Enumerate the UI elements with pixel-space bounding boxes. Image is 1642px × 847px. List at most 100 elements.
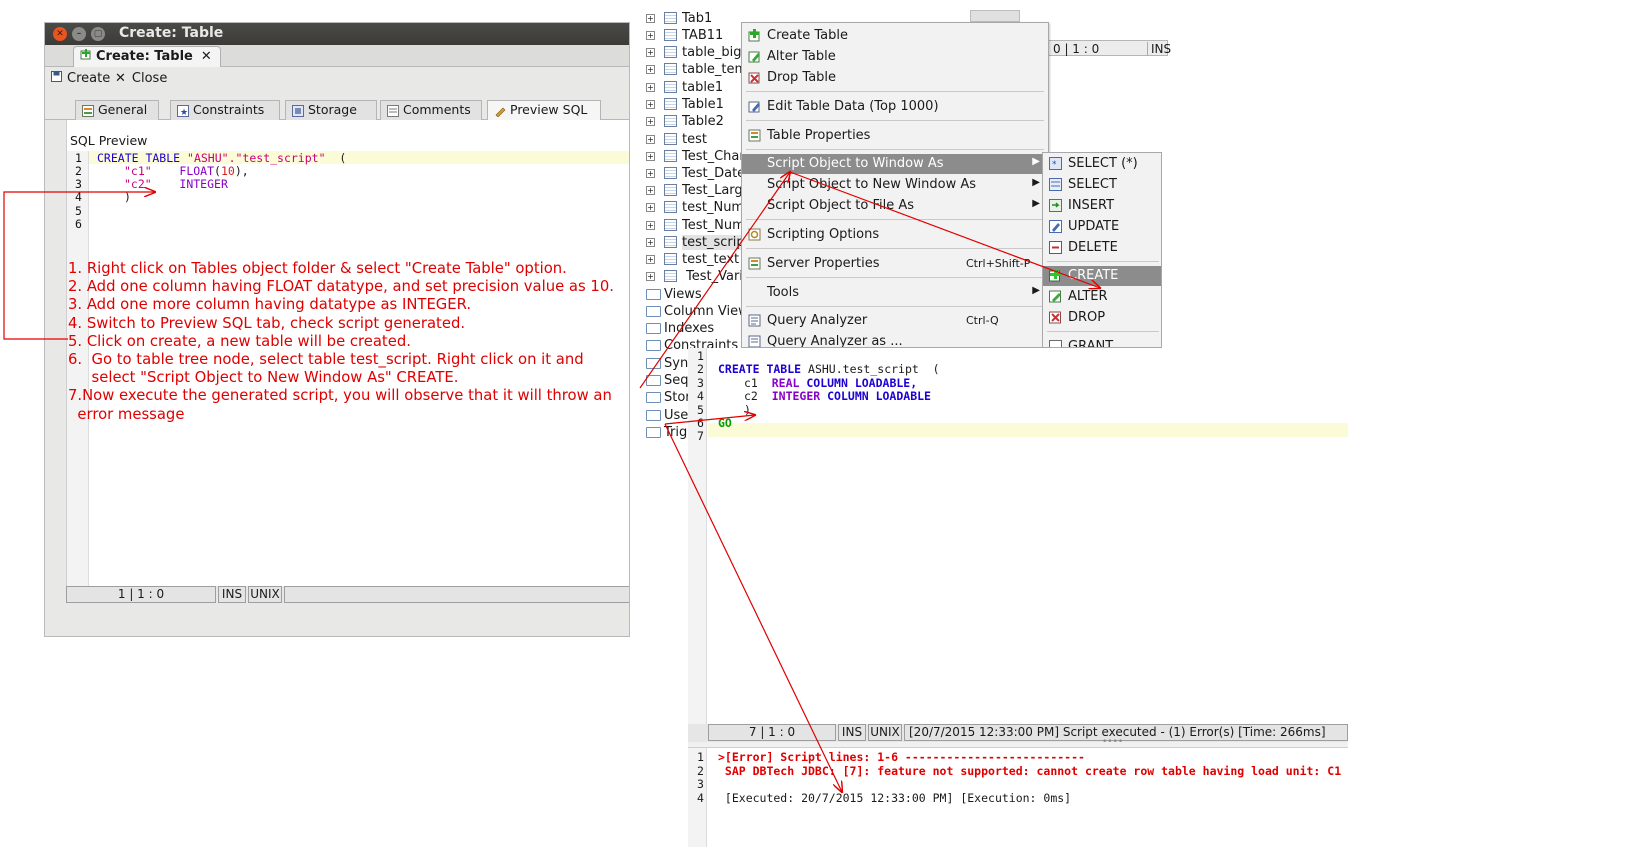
submenu-item-insert[interactable]: INSERT — [1043, 196, 1161, 216]
code-type: INTEGER — [771, 389, 821, 403]
menu-item-alter-table[interactable]: Alter Table — [742, 47, 1048, 67]
folder-icon — [646, 289, 661, 300]
submenu-item-alter[interactable]: ALTER — [1043, 287, 1161, 307]
expand-icon[interactable]: + — [646, 238, 655, 247]
code-line-1: CREATE TABLE "ASHU"."test_script" ( — [97, 151, 346, 165]
menu-item-tools[interactable]: Tools ▶ — [742, 283, 1048, 303]
grant-icon — [1049, 340, 1062, 347]
expand-icon[interactable]: + — [646, 31, 655, 40]
cursor-position: 7 | 1 : 0 — [708, 724, 836, 741]
tree-node-label: TAB11 — [682, 28, 724, 43]
general-tab-icon — [82, 104, 94, 117]
submenu-item-delete[interactable]: DELETE — [1043, 238, 1161, 258]
tab-constraints[interactable]: ★ Constraints — [170, 100, 280, 120]
minimize-window-icon[interactable]: – — [72, 27, 86, 41]
storage-tab-icon — [292, 104, 304, 117]
menu-item-server-properties[interactable]: Server Properties Ctrl+Shift-P — [742, 254, 1048, 274]
sql-preview-editor[interactable]: 1 2 3 4 5 6 CREATE TABLE "ASHU"."test_sc… — [67, 151, 629, 593]
instruction-step: 3. Add one more column having datatype a… — [68, 296, 472, 314]
window-title: Create: Table — [119, 25, 224, 41]
menu-item-query-analyzer-as[interactable]: Query Analyzer as ... — [742, 332, 1048, 347]
code-line-6: GO — [718, 416, 732, 430]
table-icon — [664, 201, 677, 213]
expand-icon[interactable]: + — [646, 65, 655, 74]
status-message — [284, 586, 629, 603]
code-text: ( — [325, 151, 347, 165]
close-tab-icon[interactable]: ✕ — [201, 49, 212, 64]
table-icon — [664, 63, 677, 75]
submenu-arrow-icon: ▶ — [1032, 198, 1040, 209]
instruction-step: 6. Go to table tree node, select table t… — [68, 351, 584, 369]
menu-item-script-to-new-window[interactable]: Script Object to New Window As ▶ — [742, 175, 1048, 195]
code-keyword: COLUMN LOADABLE — [827, 389, 931, 403]
document-tab-create-table[interactable]: Create: Table ✕ — [73, 46, 221, 67]
table-icon — [664, 167, 677, 179]
expand-icon[interactable]: + — [646, 255, 655, 264]
expand-icon[interactable]: + — [646, 83, 655, 92]
tab-comments[interactable]: Comments — [380, 100, 482, 120]
menu-item-scripting-options[interactable]: Scripting Options — [742, 225, 1048, 245]
submenu-item-label: ALTER — [1068, 289, 1108, 304]
close-window-icon[interactable]: ✕ — [53, 27, 67, 41]
alter-icon — [1049, 290, 1062, 303]
create-button[interactable]: Create — [51, 71, 110, 86]
menu-item-table-properties[interactable]: Table Properties — [742, 126, 1048, 146]
tab-preview-sql[interactable]: Preview SQL — [487, 100, 601, 121]
editor-tabs: General ★ Constraints Storage Comments Pr… — [45, 100, 629, 121]
expand-icon[interactable]: + — [646, 135, 655, 144]
expand-icon[interactable]: + — [646, 48, 655, 57]
menu-item-edit-table-data[interactable]: Edit Table Data (Top 1000) — [742, 97, 1048, 117]
tree-scrollbar[interactable] — [970, 10, 1020, 22]
query-analyzer-as-icon — [748, 335, 761, 347]
maximize-window-icon[interactable]: ▢ — [91, 27, 105, 41]
drop-table-icon — [748, 71, 761, 84]
tree-node-label: Test_Num — [682, 218, 745, 233]
expand-icon[interactable]: + — [646, 100, 655, 109]
expand-icon[interactable]: + — [646, 14, 655, 23]
expand-icon[interactable]: + — [646, 152, 655, 161]
submenu-item-create[interactable]: CREATE — [1043, 266, 1161, 286]
expand-icon[interactable]: + — [646, 221, 655, 230]
expand-icon[interactable]: + — [646, 272, 655, 281]
menu-item-label: Script Object to New Window As — [767, 177, 977, 192]
tree-node-label: table_tem — [682, 62, 748, 77]
expand-icon[interactable]: + — [646, 203, 655, 212]
menu-item-label: Alter Table — [767, 49, 836, 64]
tab-storage[interactable]: Storage — [285, 100, 377, 120]
error-header: >[Error] Script lines: 1-6 -------------… — [718, 750, 1085, 764]
scripting-options-icon — [748, 228, 761, 241]
expand-icon[interactable]: + — [646, 186, 655, 195]
line-number: 1 — [697, 349, 704, 363]
code-number: 10 — [220, 164, 235, 178]
submenu-item-select[interactable]: SELECT — [1043, 175, 1161, 195]
menu-item-query-analyzer[interactable]: Query Analyzer Ctrl-Q — [742, 311, 1048, 331]
create-icon — [1049, 269, 1062, 282]
menu-item-script-to-window[interactable]: Script Object to Window As ▶ — [742, 154, 1048, 174]
menu-item-create-table[interactable]: Create Table — [742, 26, 1048, 46]
submenu-item-update[interactable]: UPDATE — [1043, 217, 1161, 237]
menu-item-label: Query Analyzer — [767, 313, 868, 328]
code-line-3: c2 INTEGER COLUMN LOADABLE — [744, 389, 931, 403]
expand-icon[interactable]: + — [646, 117, 655, 126]
script-submenu: * SELECT (*) SELECT INSERT UPDATE DELETE … — [1042, 152, 1162, 348]
script-editor[interactable]: 1 2 3 4 5 6 7 CREATE TABLE ASHU.test_scr… — [688, 348, 1348, 724]
line-number: 4 — [75, 190, 82, 204]
submenu-item-grant[interactable]: GRANT — [1043, 337, 1161, 347]
close-button[interactable]: ✕ Close — [115, 71, 167, 86]
tree-node-label: Table1 — [682, 97, 724, 112]
menu-item-script-to-file[interactable]: Script Object to File As ▶ — [742, 196, 1048, 216]
line-ending: UNIX — [248, 586, 282, 603]
tree-node-label: test — [682, 132, 707, 147]
close-icon: ✕ — [115, 71, 126, 86]
submenu-item-drop[interactable]: DROP — [1043, 308, 1161, 328]
tab-general[interactable]: General — [75, 100, 159, 120]
tree-node-label: test_scrip — [682, 235, 745, 250]
line-number: 2 — [75, 164, 82, 178]
instruction-step: 1. Right click on Tables object folder &… — [68, 260, 567, 277]
menu-separator — [746, 120, 1044, 121]
instruction-step: select "Script Object to New Window As" … — [68, 369, 459, 387]
submenu-item-select-all[interactable]: * SELECT (*) — [1043, 154, 1161, 174]
expand-icon[interactable]: + — [646, 169, 655, 178]
menu-separator — [746, 277, 1044, 278]
menu-item-drop-table[interactable]: Drop Table — [742, 68, 1048, 88]
